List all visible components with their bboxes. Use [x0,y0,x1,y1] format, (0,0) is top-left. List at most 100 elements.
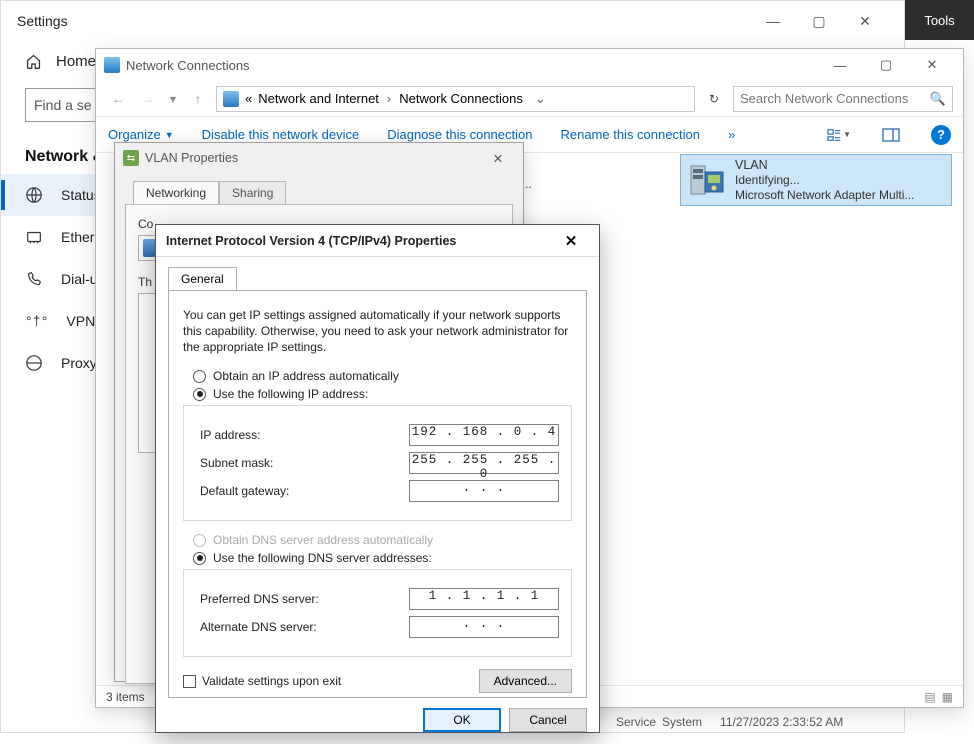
back-button[interactable]: ← [106,87,130,111]
cmd-organize[interactable]: Organize▼ [108,127,174,142]
radio-label: Use the following DNS server addresses: [213,551,432,565]
vlan-properties-tabs: Networking Sharing [115,173,523,204]
subnet-mask-label: Subnet mask: [200,456,409,470]
radio-use-static-ip[interactable]: Use the following IP address: [193,387,572,401]
cmd-diagnose[interactable]: Diagnose this connection [387,127,532,142]
connection-state: Identifying... [735,173,914,188]
sidebar-item-label: VPN [66,313,95,329]
vpn-icon: °†° [25,314,48,329]
explorer-titlebar: Network Connections — ▢ ✕ [96,49,963,81]
settings-titlebar: Settings — ▢ ✕ [1,1,904,41]
explorer-title: Network Connections [126,58,250,73]
close-button[interactable]: ✕ [842,5,888,37]
connection-item-vlan[interactable]: VLAN Identifying... Microsoft Network Ad… [681,155,951,205]
maximize-button[interactable]: ▢ [863,49,909,81]
tab-sharing[interactable]: Sharing [219,181,286,204]
proxy-icon [25,354,43,372]
preferred-dns-label: Preferred DNS server: [200,592,409,606]
checkbox-icon [183,675,196,688]
explorer-search-input[interactable]: Search Network Connections 🔍 [733,86,953,112]
breadcrumb-sep: « [245,91,252,106]
radio-obtain-ip-auto[interactable]: Obtain an IP address automatically [193,369,572,383]
ip-address-input[interactable]: 192 . 168 . 0 . 4 [409,424,559,446]
default-gateway-input[interactable]: . . . [409,480,559,502]
radio-label: Obtain DNS server address automatically [213,533,433,547]
forward-button[interactable]: → [136,87,160,111]
static-ip-group: IP address: 192 . 168 . 0 . 4 Subnet mas… [183,405,572,521]
cancel-button[interactable]: Cancel [509,708,587,732]
tab-networking[interactable]: Networking [133,181,219,204]
refresh-button[interactable]: ↻ [701,86,727,112]
ipv4-title: Internet Protocol Version 4 (TCP/IPv4) P… [166,234,456,248]
task-status-line: Service System 11/27/2023 2:33:52 AM [616,715,843,729]
checkbox-label: Validate settings upon exit [202,674,341,688]
vlan-properties-title: VLAN Properties [145,151,238,165]
ok-button[interactable]: OK [423,708,501,732]
tools-panel[interactable]: Tools [905,0,974,40]
close-button[interactable]: ✕ [481,147,515,169]
chevron-down-icon: ▼ [165,130,174,140]
connection-driver: Microsoft Network Adapter Multi... [735,188,914,203]
up-button[interactable]: ↑ [186,87,210,111]
path-icon [223,91,239,107]
preview-pane-button[interactable] [879,125,903,145]
large-icons-view-icon[interactable]: ▦ [942,690,953,704]
recent-dropdown[interactable]: ▾ [166,87,180,111]
radio-icon [193,388,206,401]
minimize-button[interactable]: — [817,49,863,81]
adapter-properties-icon: ⇆ [123,150,139,166]
search-placeholder: Search Network Connections [740,91,908,106]
network-connections-icon [104,57,120,73]
ipv4-footer: OK Cancel [156,708,599,744]
sidebar-item-label: Dial-u [61,271,98,287]
ipv4-intro-text: You can get IP settings assigned automat… [183,307,572,355]
ethernet-icon [25,228,43,246]
tab-general[interactable]: General [168,267,237,290]
radio-obtain-dns-auto: Obtain DNS server address automatically [193,533,572,547]
search-icon: 🔍 [930,91,946,107]
minimize-button[interactable]: — [750,5,796,37]
find-setting-placeholder: Find a se [34,97,92,113]
settings-title: Settings [17,13,68,29]
cmd-disable-device[interactable]: Disable this network device [202,127,360,142]
cmd-more[interactable]: » [728,127,735,142]
help-button[interactable]: ? [931,125,951,145]
task-service-label: Service [616,715,656,729]
chevron-right-icon: › [387,91,391,106]
details-view-icon[interactable]: ▤ [924,690,935,704]
task-system-label: System [662,715,702,729]
breadcrumb-bar[interactable]: « Network and Internet › Network Connect… [216,86,695,112]
alternate-dns-label: Alternate DNS server: [200,620,409,634]
subnet-mask-input[interactable]: 255 . 255 . 255 . 0 [409,452,559,474]
close-button[interactable]: ✕ [553,229,589,253]
validate-on-exit-checkbox[interactable]: Validate settings upon exit [183,674,341,688]
default-gateway-label: Default gateway: [200,484,409,498]
breadcrumb-item[interactable]: Network Connections [399,91,523,106]
phone-icon [25,270,43,288]
maximize-button[interactable]: ▢ [796,5,842,37]
task-timestamp: 11/27/2023 2:33:52 AM [720,715,843,729]
radio-label: Obtain an IP address automatically [213,369,399,383]
view-change-button[interactable]: ▼ [827,125,851,145]
radio-use-static-dns[interactable]: Use the following DNS server addresses: [193,551,572,565]
radio-label: Use the following IP address: [213,387,368,401]
home-icon [25,53,42,70]
breadcrumb-item[interactable]: Network and Internet [258,91,379,106]
ipv4-titlebar: Internet Protocol Version 4 (TCP/IPv4) P… [156,225,599,257]
adapter-icon [685,158,729,202]
ipv4-body: You can get IP settings assigned automat… [168,290,587,698]
radio-icon [193,552,206,565]
ipv4-properties-dialog: Internet Protocol Version 4 (TCP/IPv4) P… [155,224,600,733]
static-dns-group: Preferred DNS server: 1 . 1 . 1 . 1 Alte… [183,569,572,657]
advanced-button[interactable]: Advanced... [479,669,572,693]
radio-icon [193,370,206,383]
explorer-addressbar: ← → ▾ ↑ « Network and Internet › Network… [96,81,963,117]
close-button[interactable]: ✕ [909,49,955,81]
alternate-dns-input[interactable]: . . . [409,616,559,638]
cmd-rename[interactable]: Rename this connection [560,127,699,142]
ip-address-label: IP address: [200,428,409,442]
preferred-dns-input[interactable]: 1 . 1 . 1 . 1 [409,588,559,610]
vlan-properties-titlebar: ⇆ VLAN Properties ✕ [115,143,523,173]
breadcrumb-dropdown[interactable]: ⌄ [535,91,546,107]
ipv4-tabbar: General [156,257,599,290]
